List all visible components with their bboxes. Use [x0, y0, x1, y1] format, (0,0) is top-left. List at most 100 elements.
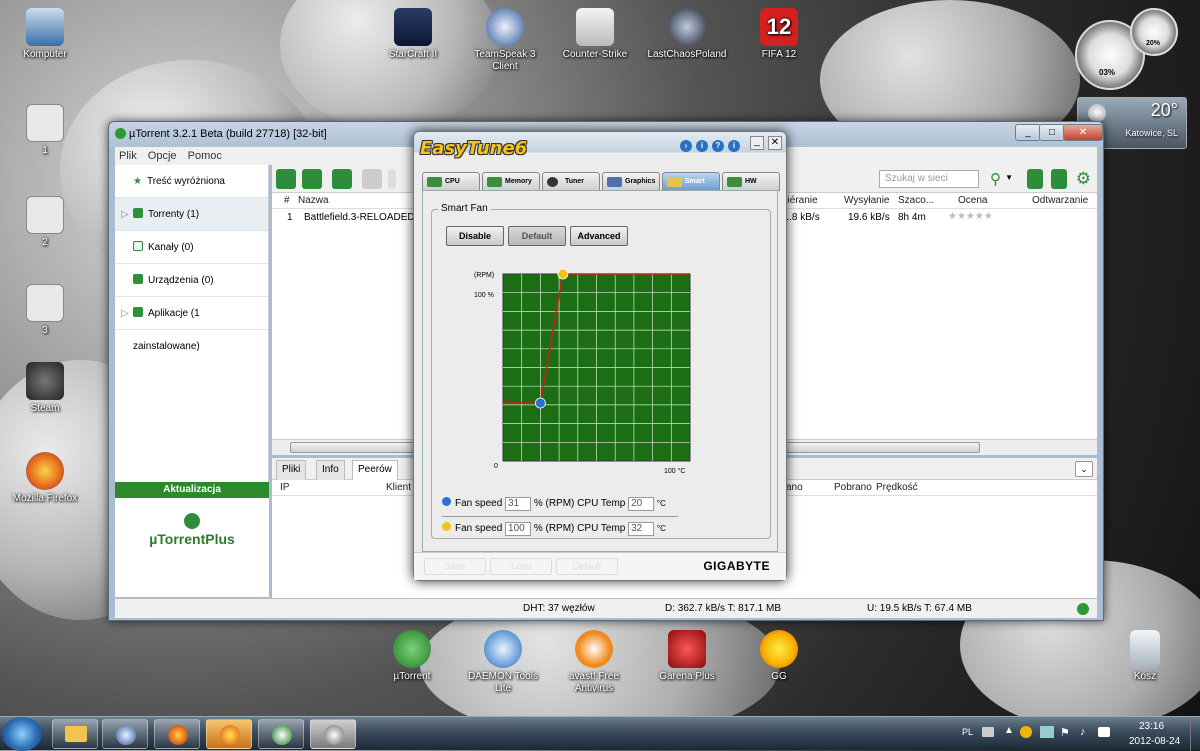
tab-graphics[interactable]: Graphics [602, 172, 660, 191]
search-dropdown-icon[interactable]: ▼ [1005, 173, 1013, 182]
fifa-shortcut[interactable]: 12 FIFA 12 [739, 8, 819, 61]
tab-tuner[interactable]: Tuner [542, 172, 600, 191]
row-rating[interactable]: ★★★★★ [948, 211, 993, 222]
tab-files[interactable]: Pliki [276, 460, 307, 480]
start-icon[interactable] [388, 169, 396, 189]
col-num[interactable]: # [284, 193, 290, 209]
col-received[interactable]: Pobrano [834, 480, 872, 496]
taskbar-gg[interactable] [206, 719, 252, 749]
utorrent-shortcut[interactable]: µTorrent [372, 630, 452, 683]
load-button[interactable]: Load [490, 558, 552, 575]
close-button[interactable]: ✕ [1063, 124, 1103, 141]
col-eta[interactable]: Szaco... [898, 193, 934, 209]
remote-icon[interactable] [1051, 169, 1067, 189]
remove-icon[interactable] [362, 169, 382, 189]
col-download[interactable]: biéranie [782, 193, 818, 209]
steam-shortcut[interactable]: Steam [5, 362, 85, 415]
taskbar-firefox[interactable] [154, 719, 200, 749]
advanced-button[interactable]: Advanced [570, 226, 628, 246]
add-url-icon[interactable] [302, 169, 322, 189]
utorrent-plus-promo[interactable]: µTorrentPlus [115, 498, 269, 597]
tray-flag-icon[interactable]: ⚑ [1060, 726, 1070, 739]
default-footer-button[interactable]: Default [556, 558, 618, 575]
clock-date[interactable]: 2012-08-24 [1129, 736, 1180, 747]
firefox-shortcut[interactable]: Mozilla Firefox [5, 452, 85, 505]
easytune-info-icon[interactable]: i [696, 140, 708, 152]
menu-help[interactable]: Pomoc [188, 150, 222, 162]
taskbar-teamspeak[interactable] [102, 719, 148, 749]
sidebar-item-feeds[interactable]: Kanały (0) [115, 231, 268, 264]
search-input[interactable]: Szukaj w sieci [879, 170, 979, 188]
maximize-button[interactable]: □ [1039, 124, 1065, 141]
sidebar-item-apps[interactable]: ▷ Aplikacje (1 zainstalowane) [115, 297, 268, 352]
fan-speed-1-value[interactable]: 31 [505, 497, 532, 511]
easytune-close-button[interactable]: ✕ [768, 136, 782, 150]
col-name[interactable]: Nazwa [298, 193, 329, 209]
cpu-temp-2-value[interactable]: 32 [628, 522, 655, 536]
clock-time[interactable]: 23:16 [1139, 721, 1164, 732]
control-point-2[interactable] [557, 268, 569, 280]
garena-shortcut[interactable]: Garena Plus [647, 630, 727, 683]
menu-file[interactable]: Plik [119, 150, 137, 162]
tray-expand-icon[interactable]: ▲ [1004, 725, 1014, 736]
update-banner[interactable]: Aktualizacja [115, 482, 269, 498]
sidebar-item-devices[interactable]: Urządzenia (0) [115, 264, 268, 297]
col-upload[interactable]: Wysyłanie [844, 193, 889, 209]
show-desktop-button[interactable] [1190, 717, 1200, 751]
col-client[interactable]: Klient [386, 480, 411, 496]
tray-keyboard-icon[interactable] [982, 727, 994, 737]
easytune-minimize-button[interactable]: _ [750, 136, 764, 150]
ram-gauge-gadget[interactable]: 20% [1130, 8, 1178, 56]
disable-button[interactable]: Disable [446, 226, 504, 246]
default-button[interactable]: Default [508, 226, 566, 246]
minimize-button[interactable]: _ [1015, 124, 1041, 141]
search-icon[interactable]: ⚲ [990, 170, 1001, 188]
col-sent[interactable]: ano [786, 480, 803, 496]
tab-info[interactable]: Info [316, 460, 345, 480]
gg-shortcut[interactable]: GG [739, 630, 819, 683]
folder-2-shortcut[interactable]: 2 [5, 196, 85, 249]
tray-volume-icon[interactable]: ♪ [1080, 726, 1086, 738]
sidebar-item-torrents[interactable]: ▷ Torrenty (1) [115, 198, 268, 231]
save-button[interactable]: Save [424, 558, 486, 575]
sidebar-item-featured[interactable]: ★ Treść wyróżniona [115, 165, 268, 198]
fan-curve-chart[interactable]: (RPM) 100 % 0 100 °C [446, 254, 746, 475]
tab-memory[interactable]: Memory [482, 172, 540, 191]
lastchaos-shortcut[interactable]: LastChaosPoland [647, 8, 727, 61]
create-torrent-icon[interactable] [332, 169, 352, 189]
control-point-1[interactable] [535, 397, 546, 409]
folder-3-shortcut[interactable]: 3 [5, 284, 85, 337]
gear-icon[interactable]: ⚙ [1076, 169, 1091, 189]
add-torrent-icon[interactable] [276, 169, 296, 189]
tab-hw-monitor[interactable]: HW Monitor [722, 172, 780, 203]
start-button[interactable] [2, 717, 42, 751]
computer-shortcut[interactable]: Komputer [5, 8, 85, 61]
taskbar-easytune[interactable] [310, 719, 356, 749]
status-ok-icon[interactable] [1077, 603, 1089, 615]
col-play[interactable]: Odtwarzanie [1032, 193, 1088, 209]
starcraft-shortcut[interactable]: StarCraft II [373, 8, 453, 61]
tray-network-icon[interactable] [1040, 726, 1054, 738]
tab-cpu[interactable]: CPU [422, 172, 480, 191]
collapse-icon[interactable]: ⌄ [1075, 461, 1093, 477]
taskbar-explorer[interactable] [52, 719, 98, 749]
taskbar-utorrent[interactable] [258, 719, 304, 749]
menu-options[interactable]: Opcje [148, 150, 177, 162]
counter-strike-shortcut[interactable]: Counter-Strike [555, 8, 635, 61]
easytune-about-icon[interactable]: i [728, 140, 740, 152]
tab-smart[interactable]: Smart [662, 172, 720, 191]
tray-sun-icon[interactable] [1020, 726, 1032, 738]
col-ip[interactable]: IP [280, 480, 289, 496]
language-indicator[interactable]: PL [962, 727, 973, 737]
easytune-help-icon[interactable]: ? [712, 140, 724, 152]
avast-shortcut[interactable]: avast! Free Antivirus [554, 630, 634, 695]
easytune-home-icon[interactable]: › [680, 140, 692, 152]
recycle-bin[interactable]: Kosz [1105, 630, 1185, 683]
tab-peers[interactable]: Peerów [352, 460, 398, 480]
tray-chat-icon[interactable] [1098, 727, 1110, 737]
fan-speed-2-value[interactable]: 100 [505, 522, 532, 536]
col-speed[interactable]: Prędkość [876, 480, 918, 496]
cpu-temp-1-value[interactable]: 20 [628, 497, 655, 511]
teamspeak-shortcut[interactable]: TeamSpeak 3 Client [465, 8, 545, 73]
daemon-tools-shortcut[interactable]: DAEMON Tools Lite [463, 630, 543, 695]
